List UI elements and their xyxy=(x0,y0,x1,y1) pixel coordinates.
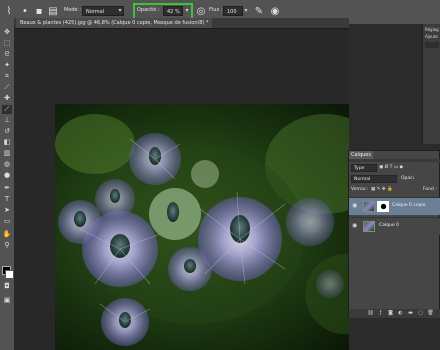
magic-wand-icon[interactable]: ✦ xyxy=(2,61,12,70)
mode-label: Mode : xyxy=(64,7,81,13)
layers-panel-footer: ⛓ ƒ ◙ ◐ ▬ ▢ 🗑 xyxy=(349,309,440,318)
layers-panel: Calques Type ▣ Ø T ▭ ◆ Normal Opaci Verr… xyxy=(348,150,440,318)
adjustments-panel: Réglag Ajoute xyxy=(422,24,440,144)
fx-icon[interactable]: ƒ xyxy=(377,310,384,317)
layer-filter-select[interactable]: Type xyxy=(351,164,377,172)
adjustments-panel-subtitle: Ajoute xyxy=(425,34,438,39)
path-selection-icon[interactable]: ➤ xyxy=(2,206,12,215)
layer-thumbnail xyxy=(363,221,375,232)
history-brush-icon[interactable]: ↺ xyxy=(2,127,12,136)
fill-label: Fond : xyxy=(423,187,437,192)
brush-tool-icon[interactable]: ⌇ xyxy=(2,5,16,19)
document-tab-title: Beaux & plantes (425).jpg @ 46,8% (Calqu… xyxy=(20,20,209,26)
quick-mask-icon[interactable]: ◘ xyxy=(2,282,12,291)
layers-tab-label: Calques xyxy=(351,152,371,158)
flower-photo xyxy=(55,104,384,350)
screen-mode-icon[interactable]: ▣ xyxy=(2,296,12,305)
blur-tool-icon[interactable]: ◍ xyxy=(2,160,12,169)
document-image[interactable] xyxy=(55,104,384,350)
flow-label: Flux : xyxy=(209,7,223,13)
layer-name[interactable]: Calque 0 copie xyxy=(392,203,425,208)
pen-tool-icon[interactable]: ✒ xyxy=(2,184,12,193)
hand-tool-icon[interactable]: ✋ xyxy=(2,230,12,239)
lasso-tool-icon[interactable]: ᘓ xyxy=(2,50,12,59)
layer-row[interactable]: ◉ Calque 0 copie xyxy=(349,197,440,215)
adjustment-layer-icon[interactable]: ◐ xyxy=(397,310,404,317)
dodge-tool-icon[interactable]: ● xyxy=(2,171,12,180)
shape-tool-icon[interactable]: ▭ xyxy=(2,217,12,226)
adjustment-icons-row[interactable] xyxy=(425,42,439,48)
layer-opacity-label: Opaci xyxy=(401,176,414,181)
document-tab[interactable]: Beaux & plantes (425).jpg @ 46,8% (Calqu… xyxy=(16,18,213,28)
tools-panel: ✥ ⬚ ᘓ ✦ ⌗ ⟋ ✚ ⟋ ⊥ ↺ ◧ ▥ ◍ ● ✒ T ➤ ▭ ✋ ⚲ … xyxy=(0,24,15,350)
move-tool-icon[interactable]: ✥ xyxy=(2,28,12,37)
document-tab-bar: Beaux & plantes (425).jpg @ 46,8% (Calqu… xyxy=(14,18,349,29)
layers-tab[interactable]: Calques xyxy=(349,151,373,159)
airbrush-icon[interactable]: ✎ xyxy=(252,5,266,19)
layers-panel-header xyxy=(349,159,440,162)
add-mask-icon[interactable]: ◙ xyxy=(387,310,394,317)
folder-icon[interactable]: ▬ xyxy=(407,310,414,317)
flow-dropdown-icon[interactable]: ▾ xyxy=(242,6,250,16)
lock-label: Verrou : xyxy=(351,187,369,192)
lock-icons[interactable]: ▦ ✎ ✥ 🔒 xyxy=(371,186,393,194)
background-color-swatch[interactable] xyxy=(5,270,14,279)
crop-tool-icon[interactable]: ⌗ xyxy=(2,72,12,81)
eraser-tool-icon[interactable]: ◧ xyxy=(2,138,12,147)
type-tool-icon[interactable]: T xyxy=(2,195,12,204)
trash-icon[interactable]: 🗑 xyxy=(427,310,434,317)
marquee-tool-icon[interactable]: ⬚ xyxy=(2,39,12,48)
healing-brush-icon[interactable]: ✚ xyxy=(2,94,12,103)
link-icon[interactable]: ⛓ xyxy=(367,310,374,317)
brush-size-icon[interactable]: • xyxy=(18,5,32,19)
brush-tool-icon[interactable]: ⟋ xyxy=(2,105,12,114)
blend-mode-value: Normal xyxy=(354,177,371,182)
gradient-tool-icon[interactable]: ▥ xyxy=(2,149,12,158)
layer-mask-thumbnail[interactable] xyxy=(377,201,389,212)
chevron-down-icon: ▾ xyxy=(118,7,122,14)
brush-panel-icon[interactable]: ▤ xyxy=(46,5,60,19)
pressure-size-icon[interactable]: ◉ xyxy=(268,5,282,19)
blend-mode-select[interactable]: Normal xyxy=(351,175,397,183)
layer-name[interactable]: Calque 0 xyxy=(379,223,399,228)
layer-thumbnail xyxy=(363,201,375,212)
zoom-tool-icon[interactable]: ⚲ xyxy=(2,241,12,250)
eye-icon[interactable]: ◉ xyxy=(352,203,358,209)
filter-icons[interactable]: ▣ Ø T ▭ ◆ xyxy=(379,164,403,172)
brush-preset-icon[interactable]: ▪ xyxy=(32,5,46,19)
new-layer-icon[interactable]: ▢ xyxy=(417,310,424,317)
layer-filter-value: Type xyxy=(354,166,365,171)
pressure-opacity-icon[interactable]: ◎ xyxy=(194,5,208,19)
flow-input[interactable]: 100 % xyxy=(223,6,243,25)
eye-icon[interactable]: ◉ xyxy=(352,223,358,229)
clone-stamp-icon[interactable]: ⊥ xyxy=(2,116,12,125)
layer-row[interactable]: ◉ Calque 0 xyxy=(349,217,440,235)
adjustments-panel-title: Réglag xyxy=(425,27,439,32)
eyedropper-icon[interactable]: ⟋ xyxy=(2,83,12,92)
